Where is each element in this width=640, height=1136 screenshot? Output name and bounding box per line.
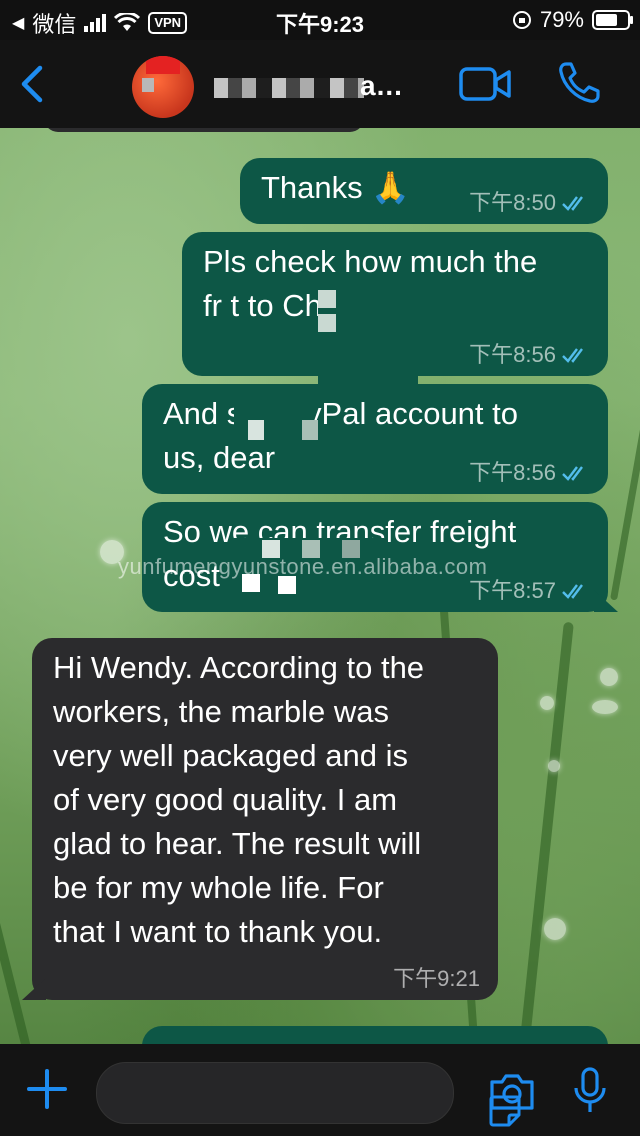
message-text-line: workers, the marble was	[53, 694, 389, 729]
message-text: Thanks 🙏	[261, 170, 410, 205]
message-text-line: glad to hear. The result will	[53, 826, 422, 861]
battery-percent: 79%	[539, 7, 584, 32]
message-meta: 下午8:50	[469, 190, 590, 216]
next-message-bubble	[142, 1026, 608, 1044]
double-check-icon	[562, 466, 583, 481]
redaction-block	[302, 420, 318, 440]
message-time: 下午9:21	[393, 966, 480, 991]
message-time: 下午8:50	[469, 190, 556, 215]
message-text-line: And se PayPal account to	[163, 396, 519, 431]
message-time: 下午8:56	[469, 342, 556, 367]
message-meta: 下午8:57	[469, 578, 590, 604]
message-time: 下午8:56	[469, 460, 556, 485]
camera-icon[interactable]	[488, 1072, 536, 1112]
double-check-icon	[562, 348, 583, 363]
microphone-icon[interactable]	[572, 1066, 608, 1116]
contact-name[interactable]: a...	[360, 70, 403, 102]
outgoing-message-bubble[interactable]: Pls check how much the fr t to China 下午8…	[182, 232, 608, 376]
message-meta: 下午9:21	[393, 966, 480, 992]
double-check-icon	[562, 584, 583, 599]
redaction-block	[248, 420, 264, 440]
message-text-line: very well packaged and is	[53, 738, 408, 773]
redaction-block	[318, 314, 336, 332]
redacted-name-block	[214, 78, 364, 98]
message-time: 下午8:57	[469, 578, 556, 603]
outgoing-message-bubble[interactable]: And se PayPal account to us, dear 下午8:56	[142, 384, 608, 494]
watermark: yunfumengyunstone.en.alibaba.com	[118, 554, 488, 579]
message-text-line: Pls check how much the	[203, 244, 538, 279]
compose-bar	[0, 1044, 640, 1136]
previous-message-bubble	[44, 128, 364, 132]
message-meta: 下午8:56	[469, 460, 590, 486]
outgoing-message-bubble[interactable]: Thanks 🙏 下午8:50	[240, 158, 608, 224]
double-check-icon	[562, 196, 583, 211]
message-text-line: Hi Wendy. According to the	[53, 650, 425, 685]
status-bar: ◀ 微信 VPN 下午9:23 79%	[0, 0, 640, 40]
video-camera-icon[interactable]	[458, 66, 512, 102]
incoming-message-bubble[interactable]: Hi Wendy. According to the workers, the …	[22, 638, 498, 1000]
message-input[interactable]	[96, 1062, 521, 1127]
message-text-line: of very good quality. I am	[53, 782, 398, 817]
plus-icon[interactable]	[26, 1068, 68, 1110]
chat-header: a...	[0, 40, 640, 128]
redaction-block	[318, 290, 336, 308]
bubble-tail	[22, 978, 46, 1000]
rotation-lock-icon	[512, 11, 531, 29]
message-text-line: that I want to thank you.	[53, 914, 383, 949]
chevron-left-icon[interactable]	[14, 62, 54, 106]
message-list[interactable]: Thanks 🙏 下午8:50 Pls check how much the f…	[0, 128, 640, 1044]
avatar[interactable]	[132, 56, 194, 118]
battery-icon	[592, 10, 633, 30]
phone-icon[interactable]	[556, 60, 602, 106]
message-meta: 下午8:56	[469, 342, 590, 368]
bubble-tail	[594, 590, 618, 612]
battery-fill	[596, 14, 617, 26]
message-text-line: be for my whole life. For	[53, 870, 384, 905]
redaction-block	[318, 286, 438, 326]
